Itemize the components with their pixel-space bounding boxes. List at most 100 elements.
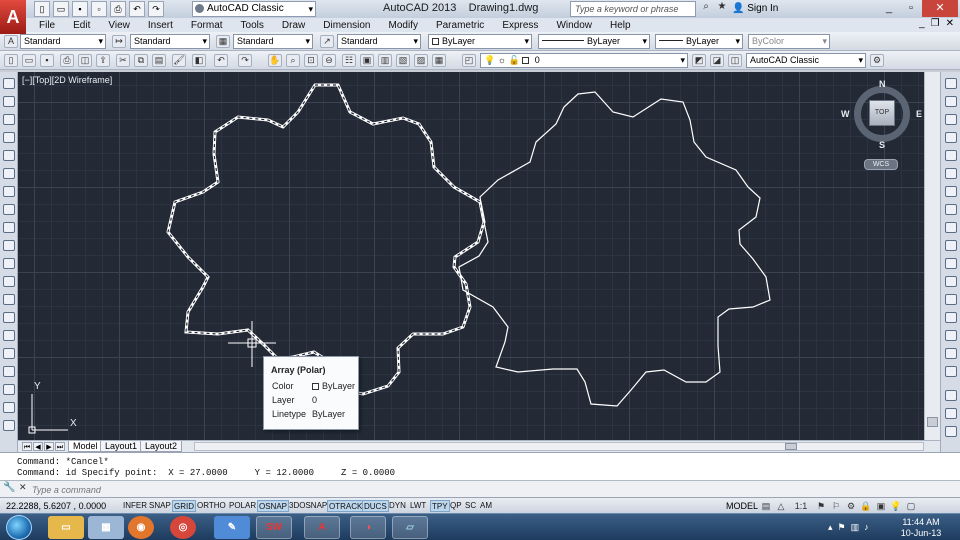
first-tab-icon[interactable]: ⏮	[22, 442, 32, 451]
notepad-icon[interactable]: ▱	[392, 516, 428, 539]
extend-icon[interactable]	[945, 258, 957, 269]
spline-icon[interactable]	[3, 222, 15, 233]
gradient-icon[interactable]	[3, 348, 15, 359]
wrench-icon[interactable]: 🔧	[3, 482, 15, 495]
table-icon[interactable]	[3, 384, 15, 395]
toggle-sc[interactable]: SC	[464, 500, 477, 512]
make-current-layer-icon[interactable]: ◩	[692, 54, 706, 67]
scale-icon[interactable]	[945, 204, 957, 215]
hatch-icon[interactable]	[3, 330, 15, 341]
selected-gear[interactable]	[166, 83, 486, 396]
next-tab-icon[interactable]: ▶	[44, 442, 54, 451]
tab-layout1[interactable]: Layout1	[100, 441, 143, 452]
menu-help[interactable]: Help	[601, 20, 640, 31]
horizontal-scrollbar[interactable]	[194, 442, 924, 451]
multiline-text-icon[interactable]	[3, 402, 15, 413]
doc-restore-icon[interactable]: ❐	[931, 18, 940, 29]
redo-icon[interactable]: ↷	[148, 1, 164, 17]
save-icon[interactable]: ▪	[72, 1, 88, 17]
text-style-select[interactable]: Standard	[20, 34, 106, 49]
menu-file[interactable]: File	[30, 20, 64, 31]
toggle-otrack[interactable]: OTRACK	[327, 500, 365, 512]
design-center-icon[interactable]: ▣	[360, 54, 374, 67]
new-icon[interactable]: ▯	[4, 54, 18, 67]
tab-layout2[interactable]: Layout2	[140, 441, 183, 452]
ellipse-arc-icon[interactable]	[3, 258, 15, 269]
autocad-icon[interactable]: A	[304, 516, 340, 539]
linetype-select[interactable]: ByLayer	[538, 34, 650, 49]
menu-window[interactable]: Window	[547, 20, 601, 31]
menu-parametric[interactable]: Parametric	[427, 20, 493, 31]
workspace-select[interactable]: AutoCAD Classic	[192, 1, 316, 17]
vertical-scrollbar[interactable]	[924, 72, 940, 440]
add-selected-icon[interactable]	[3, 420, 15, 431]
last-tab-icon[interactable]: ⏭	[55, 442, 65, 451]
point-icon[interactable]	[3, 312, 15, 323]
send-to-back-icon[interactable]	[945, 426, 957, 437]
firefox-icon[interactable]: ◉	[128, 516, 154, 539]
copy-icon[interactable]: ⧉	[134, 54, 148, 67]
construction-line-icon[interactable]	[3, 96, 15, 107]
tab-model[interactable]: Model	[68, 441, 103, 452]
paste-icon[interactable]: ▤	[152, 54, 166, 67]
prev-tab-icon[interactable]: ◀	[33, 442, 43, 451]
zoom-window-icon[interactable]: ⊡	[304, 54, 318, 67]
doc-close-icon[interactable]: ✕	[946, 18, 954, 29]
binoculars-icon[interactable]: ⌕	[700, 1, 712, 15]
open-icon[interactable]: ▭	[22, 54, 36, 67]
annotation-scale-icon[interactable]: △	[775, 500, 787, 512]
coordinates-readout[interactable]: 22.2288, 5.6207 , 0.0000	[6, 501, 106, 511]
explorer-icon[interactable]: ▭	[48, 516, 84, 539]
workspace-settings-icon[interactable]: ⚙	[870, 54, 884, 67]
erase-icon[interactable]	[945, 78, 957, 89]
menu-modify[interactable]: Modify	[380, 20, 427, 31]
toggle-lwt[interactable]: LWT	[409, 500, 427, 512]
pan-icon[interactable]: ✋	[268, 54, 282, 67]
zoom-realtime-icon[interactable]: ⌕	[286, 54, 300, 67]
break-icon[interactable]	[945, 276, 957, 287]
lineweight-select[interactable]: ByLayer	[655, 34, 743, 49]
polyline-icon[interactable]	[3, 114, 15, 125]
annotation-visibility-icon[interactable]: ⚑	[815, 500, 827, 512]
match-properties-icon[interactable]: 🖌	[172, 54, 186, 67]
undo-icon[interactable]: ↶	[129, 1, 145, 17]
markup-icon[interactable]: ▨	[414, 54, 428, 67]
flag-icon[interactable]: ⚑	[838, 522, 846, 533]
close-icon[interactable]: ✕	[922, 0, 958, 17]
offset-icon[interactable]	[945, 132, 957, 143]
mirror-icon[interactable]	[945, 114, 957, 125]
viewcube-top-face[interactable]: TOP	[869, 100, 895, 126]
menu-view[interactable]: View	[99, 20, 139, 31]
auto-scale-icon[interactable]: ⚐	[830, 500, 842, 512]
paint-icon[interactable]: ✎	[214, 516, 250, 539]
publish-icon[interactable]: ⇪	[96, 54, 110, 67]
layer-states-icon[interactable]: ◫	[728, 54, 742, 67]
layer-select[interactable]: 💡 ☼ 🔓 0	[480, 53, 688, 68]
application-menu-button[interactable]: A	[0, 0, 26, 34]
tool-palettes-icon[interactable]: ▥	[378, 54, 392, 67]
toggle-ortho[interactable]: ORTHO	[196, 500, 227, 512]
help-search-input[interactable]: Type a keyword or phrase	[570, 1, 696, 17]
ellipse-icon[interactable]	[3, 240, 15, 251]
chamfer-icon[interactable]	[945, 312, 957, 323]
sheet-set-icon[interactable]: ▧	[396, 54, 410, 67]
communication-center-icon[interactable]: ★	[716, 1, 728, 15]
multileader-style-select[interactable]: Standard	[337, 34, 421, 49]
open-folder-icon[interactable]: ▭	[53, 1, 69, 17]
workspace-switch-icon[interactable]: ⚙	[845, 500, 857, 512]
menu-draw[interactable]: Draw	[273, 20, 314, 31]
arc-icon[interactable]	[3, 168, 15, 179]
table-style-select[interactable]: Standard	[233, 34, 313, 49]
multileader-style-icon[interactable]: ↗	[320, 35, 334, 48]
show-hidden-icons-icon[interactable]: ▴	[828, 522, 833, 533]
gear[interactable]	[458, 91, 771, 407]
plot-preview-icon[interactable]: ◫	[78, 54, 92, 67]
horizontal-scroll-thumb[interactable]	[785, 443, 797, 450]
draw-order-icon[interactable]	[945, 390, 957, 401]
bring-to-front-icon[interactable]	[945, 408, 957, 419]
doc-minimize-icon[interactable]: _	[919, 18, 925, 29]
array-icon[interactable]	[945, 150, 957, 161]
insert-block-icon[interactable]	[3, 276, 15, 287]
region-icon[interactable]	[3, 366, 15, 377]
compass-east[interactable]: E	[916, 109, 922, 119]
